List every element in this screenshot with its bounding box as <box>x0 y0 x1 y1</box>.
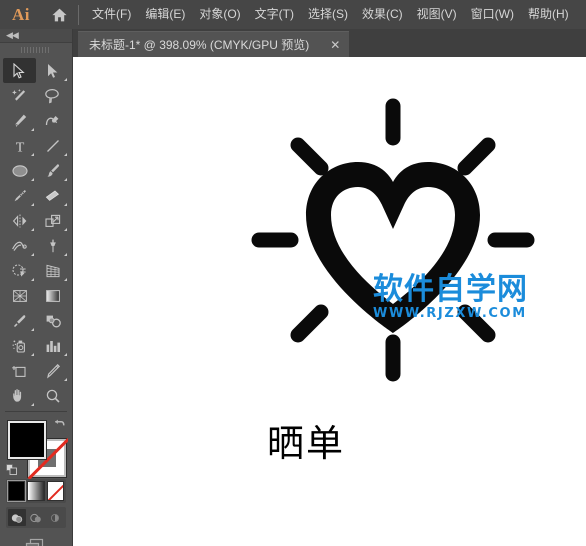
tool-flyout-indicator <box>64 278 67 281</box>
perspective-grid-tool[interactable] <box>36 258 69 283</box>
fill-stroke-controls <box>6 418 67 478</box>
tool-flyout-indicator <box>31 153 34 156</box>
tool-flyout-indicator <box>64 253 67 256</box>
ellipse-tool[interactable] <box>3 158 36 183</box>
menu-bar: Ai 文件(F) 编辑(E) 对象(O) 文字(T) 选择(S) 效果(C) 视… <box>0 0 586 29</box>
grip-dots-icon <box>21 46 51 53</box>
line-segment-tool[interactable] <box>36 133 69 158</box>
close-icon[interactable]: ✕ <box>327 39 343 51</box>
draw-normal-button[interactable] <box>8 509 26 526</box>
draw-mode-row <box>6 507 66 528</box>
double-chevron-left-icon: ◀◀ <box>6 30 19 40</box>
scale-tool[interactable] <box>36 208 69 233</box>
width-tool[interactable] <box>3 233 36 258</box>
tool-flyout-indicator <box>64 178 67 181</box>
tool-flyout-indicator <box>64 153 67 156</box>
tool-flyout-indicator <box>31 253 34 256</box>
tool-flyout-indicator <box>31 128 34 131</box>
swap-fill-stroke-icon[interactable] <box>52 418 66 432</box>
menu-edit[interactable]: 编辑(E) <box>138 0 192 29</box>
type-tool[interactable]: T <box>3 133 36 158</box>
home-icon[interactable] <box>42 0 76 29</box>
tool-flyout-indicator <box>31 203 34 206</box>
artboard-tool[interactable] <box>3 358 36 383</box>
free-transform-tool[interactable] <box>36 233 69 258</box>
menu-separator <box>78 4 79 25</box>
draw-behind-button[interactable] <box>27 509 45 526</box>
tool-flyout-indicator <box>64 228 67 231</box>
tool-flyout-indicator <box>31 228 34 231</box>
toolbar-drag-handle[interactable] <box>0 43 72 56</box>
gradient-mode-button[interactable] <box>27 481 45 501</box>
menu-file[interactable]: 文件(F) <box>85 0 138 29</box>
blend-tool[interactable] <box>36 308 69 333</box>
rotate-reflect-tool[interactable] <box>3 208 36 233</box>
paint-mode-row <box>6 479 66 503</box>
tool-flyout-indicator <box>31 328 34 331</box>
shaper-tool[interactable] <box>3 183 36 208</box>
heart-sun-icon[interactable] <box>243 90 543 390</box>
fill-swatch[interactable] <box>7 420 47 460</box>
shape-builder-tool[interactable] <box>3 258 36 283</box>
menu-help[interactable]: 帮助(H) <box>521 0 576 29</box>
curvature-tool[interactable] <box>36 108 69 133</box>
svg-text:T: T <box>15 140 24 154</box>
menu-object[interactable]: 对象(O) <box>192 0 247 29</box>
slice-tool[interactable] <box>36 358 69 383</box>
tools-panel: ◀◀ T <box>0 29 73 546</box>
menu-view[interactable]: 视图(V) <box>410 0 464 29</box>
menu-type[interactable]: 文字(T) <box>248 0 301 29</box>
direct-selection-tool[interactable] <box>36 58 69 83</box>
tool-flyout-indicator <box>31 403 34 406</box>
menu-effect[interactable]: 效果(C) <box>355 0 410 29</box>
draw-inside-button[interactable] <box>46 509 64 526</box>
symbol-sprayer-tool[interactable] <box>3 333 36 358</box>
paintbrush-tool[interactable] <box>36 158 69 183</box>
document-tab-bar: 未标题-1* @ 398.09% (CMYK/GPU 预览) ✕ <box>73 29 586 57</box>
menu-window[interactable]: 窗口(W) <box>464 0 521 29</box>
artboard-canvas[interactable]: 软件自学网 WWW.RJZXW.COM 晒单 <box>73 57 586 546</box>
default-fill-stroke-icon[interactable] <box>6 463 18 475</box>
tool-flyout-indicator <box>31 178 34 181</box>
tool-flyout-indicator <box>64 378 67 381</box>
hand-tool[interactable] <box>3 383 36 408</box>
menu-select[interactable]: 选择(S) <box>301 0 355 29</box>
zoom-tool[interactable] <box>36 383 69 408</box>
color-mode-button[interactable] <box>6 480 27 502</box>
change-screen-mode-button[interactable] <box>21 536 51 546</box>
document-tab[interactable]: 未标题-1* @ 398.09% (CMYK/GPU 预览) ✕ <box>78 31 350 57</box>
selection-tool[interactable] <box>3 58 36 83</box>
mesh-tool[interactable] <box>3 283 36 308</box>
pen-tool[interactable] <box>3 108 36 133</box>
eyedropper-tool[interactable] <box>3 308 36 333</box>
tool-flyout-indicator <box>64 353 67 356</box>
tool-flyout-indicator <box>31 353 34 356</box>
toolbar-collapse-button[interactable]: ◀◀ <box>0 29 72 43</box>
magic-wand-tool[interactable] <box>3 83 36 108</box>
column-graph-tool[interactable] <box>36 333 69 358</box>
app-logo-icon: Ai <box>12 4 30 24</box>
toolbar-divider <box>5 411 67 412</box>
none-mode-button[interactable] <box>46 481 64 501</box>
illustrator-window: Ai 文件(F) 编辑(E) 对象(O) 文字(T) 选择(S) 效果(C) 视… <box>0 0 586 546</box>
artwork-label-text[interactable]: 晒单 <box>267 425 345 462</box>
tool-flyout-indicator <box>64 78 67 81</box>
document-tab-title: 未标题-1* @ 398.09% (CMYK/GPU 预览) <box>89 38 310 52</box>
tool-flyout-indicator <box>31 278 34 281</box>
tool-grid: T <box>0 56 72 415</box>
eraser-tool[interactable] <box>36 183 69 208</box>
gradient-tool[interactable] <box>36 283 69 308</box>
tool-flyout-indicator <box>64 203 67 206</box>
lasso-tool[interactable] <box>36 83 69 108</box>
